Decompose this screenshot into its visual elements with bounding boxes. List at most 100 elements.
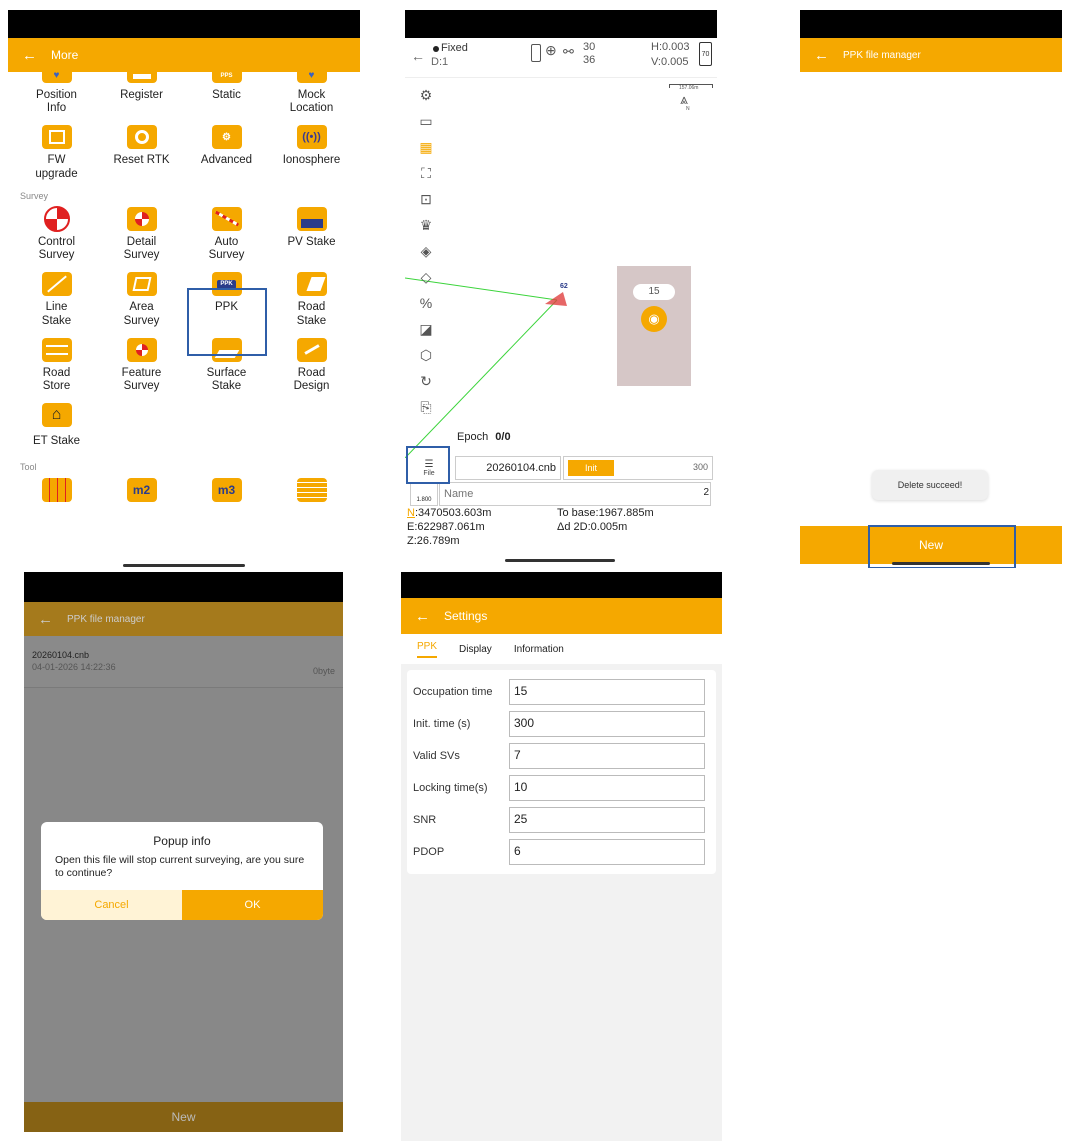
volume-calc-icon: m3 [211, 478, 242, 503]
fix-status: Fixed [441, 42, 468, 54]
link-icon: ⚯ [563, 44, 574, 59]
folder-icon[interactable]: ▭ [413, 108, 439, 134]
tool-section-label: Tool [20, 462, 37, 473]
location-pin-icon[interactable]: ◉ [641, 306, 667, 332]
signal-icon: ((•)) [296, 125, 327, 150]
static-button[interactable]: PPS Static [184, 69, 269, 115]
feature-survey-label: Feature Survey [121, 366, 162, 392]
nearby-cluster-panel[interactable]: 15 ◉ [617, 266, 691, 386]
ionosphere-label: Ionosphere [282, 154, 341, 167]
auto-survey-button[interactable]: Auto Survey [184, 206, 269, 262]
status-bar [401, 572, 722, 598]
fix-dot-icon [433, 46, 439, 52]
gear-icon[interactable]: ⚙ [413, 82, 439, 108]
locate-icon[interactable]: ⊡ [413, 186, 439, 212]
fullscreen-icon[interactable]: ⛶ [413, 160, 439, 186]
area-calc-button[interactable]: m2 [99, 478, 184, 507]
file-search-icon[interactable]: ⎘ [413, 394, 439, 420]
ionosphere-button[interactable]: ((•)) Ionosphere [269, 125, 354, 180]
init-time-value: 300 [692, 462, 708, 472]
popup-cancel-button[interactable]: Cancel [41, 890, 182, 920]
pv-stake-label: PV Stake [287, 235, 336, 248]
top-tools-row: ♥ Position Info Register PPS Static ♥ Mo… [8, 69, 360, 115]
line-stake-button[interactable]: Line Stake [14, 272, 99, 327]
locking-time-label: Locking time(s) [413, 782, 488, 794]
tab-ppk[interactable]: PPK [417, 641, 438, 658]
ppk-highlight-box [187, 288, 267, 356]
light-icon[interactable]: ♛ [413, 212, 439, 238]
detail-survey-button[interactable]: Detail Survey [99, 206, 184, 262]
advanced-button[interactable]: ⚙ Advanced [184, 125, 269, 180]
survey-row-2: Line Stake Area Survey PPK PPK Road Stak… [8, 272, 360, 327]
cube-icon[interactable]: ⬡ [413, 342, 439, 368]
map-layers-icon[interactable]: ▦ [413, 134, 439, 160]
map-toolbar: ⚙ ▭ ▦ ⛶ ⊡ ♛ ◈ ◇ % ◪ ⬡ ↻ ⎘ [413, 82, 439, 420]
map-canvas[interactable]: 62 157.06m ⩓ N 15 ◉ [405, 78, 717, 459]
popup-title: Popup info [153, 834, 211, 848]
feature-survey-icon [126, 337, 157, 362]
overlap-icon[interactable]: ◪ [413, 316, 439, 342]
road-design-button[interactable]: Road Design [269, 337, 354, 393]
arrow-left-icon[interactable]: ← [411, 48, 425, 64]
position-info-button[interactable]: ♥ Position Info [14, 69, 99, 115]
feature-survey-button[interactable]: Feature Survey [99, 337, 184, 393]
volume-calc-button[interactable]: m3 [184, 478, 269, 507]
road-design-icon [296, 337, 327, 362]
coordinates-panel: N:3470503.603m E:622987.061m Z:26.789m T… [405, 506, 717, 550]
delta-2d: Δd 2D:0.005m [557, 521, 628, 533]
grid-tool-button[interactable] [14, 478, 99, 507]
register-button[interactable]: Register [99, 69, 184, 115]
survey-row-4: ⌂ ET Stake [8, 403, 360, 448]
init-time-input[interactable]: 300 [509, 711, 705, 737]
tab-information[interactable]: Information [514, 644, 564, 655]
position-info-label: Position Info [36, 89, 77, 115]
refresh-icon[interactable]: ↻ [413, 368, 439, 394]
occupation-time-input[interactable]: 15 [509, 679, 705, 705]
layers-icon[interactable]: ◈ [413, 238, 439, 264]
popup-ok-button[interactable]: OK [182, 890, 323, 920]
antenna-height-button[interactable]: 1.800 [410, 482, 438, 506]
v-precision: V:0.005 [651, 56, 689, 68]
static-badge: PPS [220, 72, 233, 79]
reset-rtk-button[interactable]: Reset RTK [99, 125, 184, 180]
pv-stake-button[interactable]: PV Stake [269, 206, 354, 262]
setting-pdop: PDOP 6 [407, 836, 716, 868]
arrow-left-icon[interactable]: ← [415, 608, 430, 625]
road-design-label: Road Design [293, 366, 330, 392]
survey-section-label: Survey [20, 190, 49, 201]
detail-survey-icon [126, 206, 157, 231]
pdop-input[interactable]: 6 [509, 839, 705, 865]
mock-location-button[interactable]: ♥ Mock Location [269, 69, 354, 115]
point-name-input[interactable] [439, 482, 711, 506]
page-title: PPK file manager [843, 49, 921, 61]
popup-dialog: Popup info Open this file will stop curr… [41, 822, 323, 920]
new-button[interactable]: New [24, 1102, 343, 1132]
locking-time-input[interactable]: 10 [509, 775, 705, 801]
status-bar [24, 572, 343, 602]
area-survey-button[interactable]: Area Survey [99, 272, 184, 327]
control-survey-button[interactable]: Control Survey [14, 205, 99, 262]
arrow-left-icon[interactable]: ← [38, 611, 53, 628]
more-screen: ← More ♥ Position Info Register PPS Stat… [8, 10, 360, 570]
slope-icon[interactable]: % [413, 290, 439, 316]
road-stake-button[interactable]: Road Stake [269, 272, 354, 327]
arrow-left-icon[interactable]: ← [22, 47, 37, 64]
tab-display[interactable]: Display [459, 644, 492, 655]
road-store-button[interactable]: Road Store [14, 337, 99, 393]
sats-used: 30 [583, 41, 596, 53]
valid-svs-input[interactable]: 7 [509, 743, 705, 769]
road-stake-label: Road Stake [296, 301, 327, 327]
arrow-left-icon[interactable]: ← [814, 47, 829, 64]
init-area: Init 300 [563, 456, 713, 480]
page-title: Settings [444, 609, 488, 623]
fw-upgrade-button[interactable]: FW upgrade [14, 125, 99, 180]
init-button[interactable]: Init [568, 460, 614, 476]
polygon-icon[interactable]: ◇ [413, 264, 439, 290]
app-bar: ← PPK file manager [800, 38, 1062, 72]
calculator-button[interactable] [269, 478, 354, 507]
occupation-time-label: Occupation time [413, 686, 493, 698]
file-name-field[interactable]: 20260104.cnb [455, 456, 561, 480]
file-list-item[interactable]: 20260104.cnb 04-01-2026 14:22:36 0byte [24, 636, 343, 688]
snr-input[interactable]: 25 [509, 807, 705, 833]
et-stake-button[interactable]: ⌂ ET Stake [14, 403, 99, 448]
